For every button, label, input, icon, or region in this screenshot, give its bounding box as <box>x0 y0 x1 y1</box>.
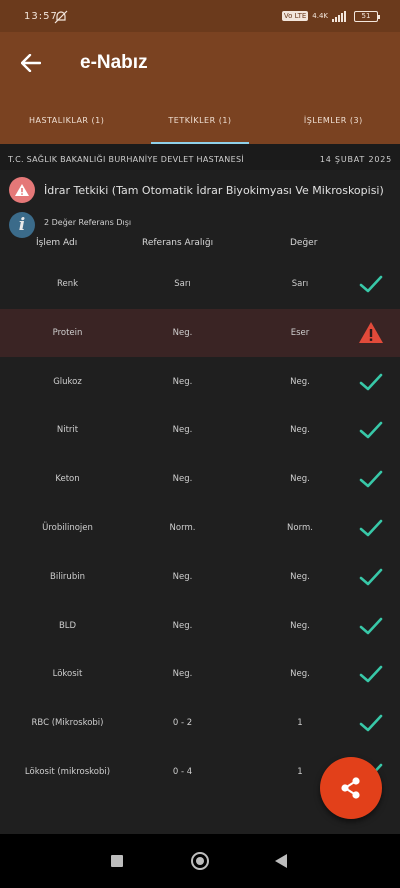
row-range: Sarı <box>174 279 191 289</box>
row-range: Neg. <box>172 474 193 485</box>
row-name: Lökosit <box>52 669 83 680</box>
test-header[interactable]: İdrar Tetkiki (Tam Otomatik İdrar Biyoki… <box>0 170 400 208</box>
row-name: Nitrit <box>56 425 79 436</box>
tab-diseases[interactable]: HASTALIKLAR (1) <box>0 102 133 144</box>
check-icon <box>359 422 383 439</box>
row-name: Protein <box>52 327 83 338</box>
test-date: 14 ŞUBAT 2025 <box>319 155 392 164</box>
table-row[interactable]: Protein Neg. Eser <box>0 308 400 357</box>
check-icon <box>359 666 383 683</box>
row-range: 0 - 2 <box>172 718 193 729</box>
row-name: Bilirubin <box>50 571 85 582</box>
row-value: Eser <box>290 327 310 338</box>
row-value: 1 <box>297 718 303 729</box>
table-header: İşlem Adı Referans Aralığı Değer <box>0 236 400 254</box>
row-name: Keton <box>55 474 80 485</box>
check-icon <box>359 470 383 488</box>
out-of-range-note: 2 Değer Referans Dışı <box>44 218 132 227</box>
system-back-button[interactable] <box>275 854 287 868</box>
bell-muted-icon <box>54 10 68 24</box>
row-name: RBC (Mikroskobi) <box>31 718 104 729</box>
row-name: Glukoz <box>53 376 82 387</box>
table-row[interactable]: RBC (Mikroskobi) 0 - 2 1 <box>0 699 400 747</box>
share-button[interactable] <box>320 757 382 819</box>
info-icon: i <box>9 212 35 238</box>
table-row[interactable]: Ürobilinojen Norm. Norm. <box>0 504 400 552</box>
table-row[interactable]: Glukoz Neg. Neg. <box>0 358 400 406</box>
check-icon <box>359 714 383 732</box>
row-range: Neg. <box>172 669 193 680</box>
tab-bar: HASTALIKLAR (1) TETKİKLER (1) İŞLEMLER (… <box>0 102 400 144</box>
row-range: Neg. <box>172 571 193 582</box>
warning-icon <box>359 321 383 343</box>
system-nav-bar <box>0 834 400 888</box>
app-bar: e-Nabız HASTALIKLAR (1) TETKİKLER (1) İŞ… <box>0 32 400 144</box>
row-value: Neg. <box>290 425 310 436</box>
row-name: Ürobilinojen <box>42 523 93 533</box>
column-value: Değer <box>290 238 318 248</box>
network-speed: 4.4K <box>312 12 328 20</box>
test-name: İdrar Tetkiki (Tam Otomatik İdrar Biyoki… <box>44 184 384 197</box>
row-range: Neg. <box>172 327 193 338</box>
table-row[interactable]: Renk Sarı Sarı <box>0 260 400 308</box>
row-range: 0 - 4 <box>172 767 193 777</box>
check-icon <box>359 519 383 537</box>
row-name: Lökosit (mikroskobi) <box>24 767 111 777</box>
table-row[interactable]: Lökosit Neg. Neg. <box>0 650 400 698</box>
row-value: Neg. <box>290 376 310 387</box>
row-value: Neg. <box>290 474 310 485</box>
check-icon <box>359 617 383 634</box>
page-title: e-Nabız <box>80 52 148 73</box>
row-value: Sarı <box>291 279 309 289</box>
table-row[interactable]: Nitrit Neg. Neg. <box>0 406 400 454</box>
status-bar: 13:57 Vo LTE 4.4K 51 <box>0 0 400 32</box>
row-value: Norm. <box>287 523 313 533</box>
row-value: Neg. <box>290 571 310 582</box>
home-button[interactable] <box>191 852 209 870</box>
check-icon <box>359 275 383 293</box>
volte-badge: Vo LTE <box>281 11 309 21</box>
row-range: Neg. <box>172 425 193 436</box>
status-time: 13:57 <box>24 11 58 22</box>
row-range: Norm. <box>169 523 196 533</box>
tab-procedures[interactable]: İŞLEMLER (3) <box>267 102 400 144</box>
table-row[interactable]: Bilirubin Neg. Neg. <box>0 553 400 601</box>
table-row[interactable]: Keton Neg. Neg. <box>0 455 400 503</box>
battery-icon: 51 <box>354 10 380 22</box>
battery-level: 51 <box>361 11 371 20</box>
column-range: Referans Aralığı <box>142 238 214 248</box>
row-range: Neg. <box>172 376 193 387</box>
row-range: Neg. <box>172 620 193 631</box>
check-icon <box>359 568 383 586</box>
back-button[interactable] <box>16 48 46 78</box>
status-indicators: Vo LTE 4.4K 51 <box>281 9 380 23</box>
tab-tests[interactable]: TETKİKLER (1) <box>133 102 266 144</box>
hospital-bar: T.C. SAĞLIK BAKANLIĞI BURHANİYE DEVLET H… <box>0 144 400 170</box>
signal-icon <box>332 10 346 22</box>
warning-icon <box>9 177 35 203</box>
row-name: BLD <box>58 620 77 631</box>
recents-button[interactable] <box>111 855 123 867</box>
hospital-name: T.C. SAĞLIK BAKANLIĞI BURHANİYE DEVLET H… <box>8 155 244 164</box>
row-name: Renk <box>56 279 79 289</box>
results-table: Renk Sarı Sarı Protein Neg. Eser Glukoz Neg. Neg… <box>0 254 400 834</box>
table-row[interactable]: BLD Neg. Neg. <box>0 602 400 650</box>
column-name: İşlem Adı <box>36 238 78 248</box>
share-icon <box>341 777 360 799</box>
row-value: Neg. <box>290 669 310 680</box>
row-value: Neg. <box>290 620 310 631</box>
arrow-left-icon <box>21 54 41 72</box>
check-icon <box>359 373 383 390</box>
